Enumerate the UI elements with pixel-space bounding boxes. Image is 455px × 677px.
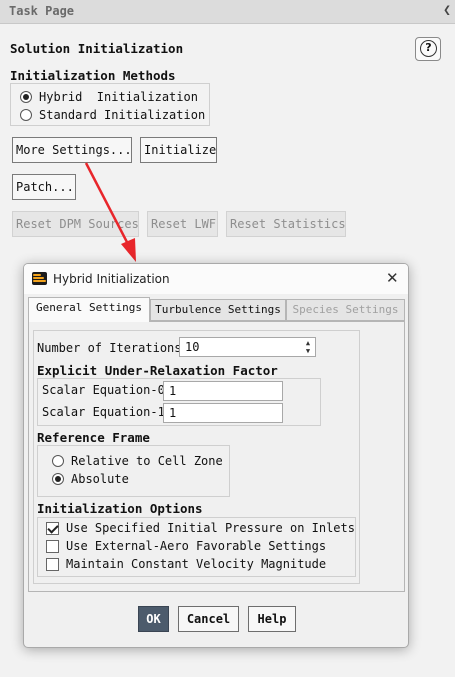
external-aero-checkbox[interactable]: Use External-Aero Favorable Settings (46, 537, 326, 555)
hybrid-initialization-dialog: Hybrid Initialization ✕ General Settings… (23, 263, 409, 648)
tab-turbulence-settings[interactable]: Turbulence Settings (150, 299, 286, 321)
iterations-label: Number of Iterations (37, 341, 182, 355)
fluent-logo-icon (32, 272, 47, 285)
checkbox-indicator[interactable] (46, 539, 59, 553)
patch-button[interactable]: Patch... (12, 174, 76, 200)
specified-pressure-checkbox[interactable]: Use Specified Initial Pressure on Inlets (46, 519, 355, 537)
more-settings-button[interactable]: More Settings... (12, 137, 132, 163)
external-aero-label: Use External-Aero Favorable Settings (66, 539, 327, 553)
scalar-eq1-input[interactable]: 1 (163, 403, 283, 423)
cancel-button[interactable]: Cancel (178, 606, 239, 632)
specified-pressure-label: Use Specified Initial Pressure on Inlets (66, 521, 355, 535)
methods-group: Hybrid Initialization Standard Initializ… (10, 83, 210, 126)
scalar-eq0-label: Scalar Equation-0 (42, 383, 165, 397)
tab-general-settings[interactable]: General Settings (28, 297, 150, 322)
task-page-title: Task Page (9, 4, 75, 18)
scalar-eq0-input[interactable]: 1 (163, 381, 283, 401)
reset-dpm-sources-button[interactable]: Reset DPM Sources (12, 211, 139, 237)
checkbox-indicator[interactable] (46, 521, 59, 535)
absolute-radio[interactable]: Absolute (52, 470, 229, 488)
question-circle-icon: ? (420, 40, 437, 57)
chevron-left-icon[interactable]: ❮ (443, 3, 451, 18)
ok-button[interactable]: OK (138, 606, 169, 632)
radio-indicator[interactable] (20, 109, 32, 121)
method-standard-label: Standard Initialization (39, 108, 206, 122)
scalar-eq1-label: Scalar Equation-1 (42, 405, 165, 419)
close-icon[interactable]: ✕ (386, 269, 399, 287)
spin-down-icon[interactable]: ▼ (303, 347, 313, 355)
radio-indicator[interactable] (20, 91, 32, 103)
reference-frame-title: Reference Frame (37, 430, 150, 445)
help-button[interactable]: ? (415, 37, 441, 61)
relative-cell-zone-radio[interactable]: Relative to Cell Zone (52, 452, 229, 470)
reset-lwf-button[interactable]: Reset LWF (147, 211, 218, 237)
checkbox-indicator[interactable] (46, 557, 59, 571)
relaxation-title: Explicit Under-Relaxation Factor (37, 363, 278, 378)
method-hybrid-label: Hybrid Initialization (39, 90, 198, 104)
dialog-title: Hybrid Initialization (53, 272, 170, 286)
section-title: Solution Initialization (10, 41, 184, 56)
radio-indicator[interactable] (52, 455, 64, 467)
constant-velocity-checkbox[interactable]: Maintain Constant Velocity Magnitude (46, 555, 326, 573)
annotation-arrow-head (121, 238, 136, 262)
spin-up-icon[interactable]: ▲ (303, 339, 313, 347)
radio-indicator[interactable] (52, 473, 64, 485)
iterations-spinner[interactable]: 10 ▲ ▼ (179, 337, 316, 357)
reset-statistics-button[interactable]: Reset Statistics (226, 211, 346, 237)
method-hybrid-radio[interactable]: Hybrid Initialization (20, 88, 209, 106)
iterations-value: 10 (185, 340, 200, 354)
reference-frame-group: Relative to Cell Zone Absolute (37, 445, 230, 497)
constant-velocity-label: Maintain Constant Velocity Magnitude (66, 557, 327, 571)
relative-cell-zone-label: Relative to Cell Zone (71, 454, 223, 468)
absolute-label: Absolute (71, 472, 129, 486)
method-standard-radio[interactable]: Standard Initialization (20, 106, 209, 124)
tab-species-settings: Species Settings (286, 299, 405, 321)
help-dialog-button[interactable]: Help (248, 606, 296, 632)
initialize-button[interactable]: Initialize (140, 137, 217, 163)
init-options-title: Initialization Options (37, 501, 203, 516)
methods-label: Initialization Methods (10, 68, 176, 83)
